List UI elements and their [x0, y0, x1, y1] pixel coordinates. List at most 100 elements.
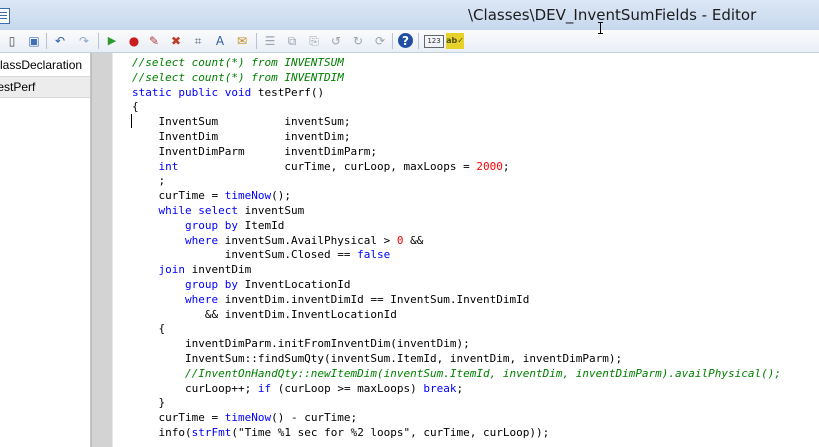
code-token: ("Time %1 sec for %2 loops", curTime, cu… — [231, 426, 550, 439]
code-token: 2000 — [476, 159, 503, 173]
code-token: info( — [132, 426, 192, 439]
code-token: } — [132, 396, 166, 410]
method-item[interactable]: classDeclaration — [0, 55, 90, 75]
code-token: where — [132, 233, 225, 247]
code-line: inventDimParm.initFromInventDim(inventDi… — [132, 336, 470, 351]
method-list: classDeclarationtestPerf — [0, 53, 91, 447]
save-icon[interactable]: ▣ — [26, 33, 42, 49]
code-token: group by — [132, 278, 245, 291]
code-token: while select — [132, 204, 245, 217]
code-line: curTime = timeNow(); — [132, 188, 290, 203]
code-token: inventDimParm.initFromInventDim(inventDi… — [132, 337, 470, 351]
code-token: () - curTime; — [271, 411, 358, 425]
code-token: && — [403, 233, 424, 247]
code-line: curTime = timeNow() - curTime; — [132, 410, 357, 425]
code-token: InventDimParm inventDimParm; — [132, 144, 378, 158]
line-numbers-icon[interactable]: 123 — [424, 35, 444, 48]
code-token: int — [132, 159, 179, 173]
code-line: inventSum.Closed == false — [132, 247, 391, 262]
code-line: InventDimParm inventDimParm; — [132, 144, 377, 159]
code-line: ; — [132, 173, 165, 188]
code-line: join inventDim — [132, 262, 251, 277]
code-line: group by InventLocationId — [132, 277, 351, 292]
code-line: group by ItemId — [132, 218, 284, 233]
code-line: && inventDim.InventLocationId — [132, 307, 397, 322]
toolbar-separator — [392, 33, 393, 49]
code-token: InventSum inventSum; — [132, 115, 351, 129]
code-line: static public void testPerf() — [132, 85, 324, 100]
toolbar-separator — [98, 33, 99, 49]
code-line: } — [132, 395, 165, 410]
code-token: inventSum.Closed == — [132, 248, 358, 262]
breakpoint-icon[interactable]: ● — [126, 33, 142, 49]
run-icon[interactable]: ▶ — [104, 33, 120, 49]
code-token: join — [132, 263, 192, 277]
code-token: //InventOnHandQty::newItemDim(inventSum.… — [132, 366, 782, 380]
code-token: timeNow — [224, 411, 272, 425]
redo-icon[interactable]: ↷ — [76, 33, 92, 49]
code-token: 0 — [396, 233, 404, 247]
code-line: info(strFmt("Time %1 sec for %2 loops", … — [132, 425, 549, 440]
code-token: curTime, curLoop, maxLoops = — [178, 159, 477, 173]
text-caret — [131, 114, 132, 128]
paste-icon[interactable]: ⎘ — [306, 33, 322, 49]
lookup-icon[interactable]: ⌗ — [190, 33, 206, 49]
code-token: curTime = — [132, 411, 225, 425]
code-token: inventSum — [244, 204, 305, 217]
code-line: curLoop++; if (curLoop >= maxLoops) brea… — [132, 381, 463, 396]
help-icon[interactable]: ? — [398, 33, 413, 48]
go-back-icon[interactable]: ↺ — [328, 33, 344, 49]
code-token: where — [132, 292, 225, 306]
list-icon[interactable]: ☰ — [262, 33, 278, 49]
breakpoint-margin[interactable] — [91, 53, 113, 447]
code-token: { — [132, 100, 139, 114]
code-token: && inventDim.InventLocationId — [132, 307, 397, 321]
code-token: ; — [502, 159, 510, 173]
code-token: ; — [456, 381, 464, 395]
script-icon[interactable]: ✉ — [234, 33, 250, 49]
code-editor[interactable]: //select count(*) from INVENTSUM//select… — [132, 55, 819, 447]
mouse-cursor — [598, 22, 603, 34]
remove-breakpoints-icon[interactable]: ✖ — [168, 33, 184, 49]
code-token: inventDim — [191, 263, 252, 277]
code-token: inventSum.AvailPhysical > — [224, 233, 397, 247]
code-token: { — [132, 322, 166, 336]
editor-window-icon[interactable] — [0, 8, 10, 24]
toolbar-separator — [256, 33, 257, 49]
code-token: false — [357, 248, 391, 262]
code-token: curTime = — [132, 189, 225, 203]
window-title: \Classes\DEV_InventSumFields - Editor — [468, 6, 757, 24]
code-token: //select count(*) from INVENTSUM — [132, 56, 344, 69]
code-token: ItemId — [244, 218, 285, 232]
refresh-icon[interactable]: ⟳ — [372, 33, 388, 49]
go-forward-icon[interactable]: ↻ — [350, 33, 366, 49]
code-line: where inventSum.AvailPhysical > 0 && — [132, 233, 423, 248]
margin-divider — [112, 53, 113, 447]
compile-icon[interactable]: ✎ — [146, 33, 162, 49]
new-icon[interactable]: ▯ — [4, 33, 20, 49]
code-token: testPerf() — [257, 85, 325, 99]
code-line: while select inventSum — [132, 203, 304, 218]
code-token: group by — [132, 218, 245, 232]
code-line: InventSum::findSumQty(inventSum.ItemId, … — [132, 351, 622, 366]
copy-icon[interactable]: ⧉ — [284, 33, 300, 49]
code-token: curLoop++; — [132, 381, 258, 395]
find-icon[interactable]: A — [212, 33, 228, 49]
undo-icon[interactable]: ↶ — [52, 33, 68, 49]
spellcheck-icon[interactable]: ab✓ — [446, 33, 464, 49]
method-item[interactable]: testPerf — [0, 76, 90, 98]
code-token: break — [423, 381, 457, 395]
toolbar-separator — [46, 33, 47, 49]
code-token: if — [257, 381, 272, 395]
code-token: (curLoop >= maxLoops) — [271, 381, 424, 395]
code-token: InventSum::findSumQty(inventSum.ItemId, … — [132, 352, 623, 365]
code-line: int curTime, curLoop, maxLoops = 2000; — [132, 159, 510, 174]
code-line: InventSum inventSum; — [132, 114, 351, 129]
code-line: { — [132, 321, 165, 336]
code-line: //InventOnHandQty::newItemDim(inventSum.… — [132, 366, 781, 381]
code-token: timeNow — [224, 189, 272, 203]
code-token: static public void — [132, 85, 258, 99]
editor-toolbar: ▯ ▣ ↶ ↷ ▶ ● ✎ ✖ ⌗ A ✉ ☰ ⧉ ⎘ ↺ ↻ ⟳? 123 ab✓ — [0, 30, 819, 53]
code-token: inventDim.inventDimId == InventSum.Inven… — [224, 292, 530, 306]
code-line: InventDim inventDim; — [132, 129, 350, 144]
